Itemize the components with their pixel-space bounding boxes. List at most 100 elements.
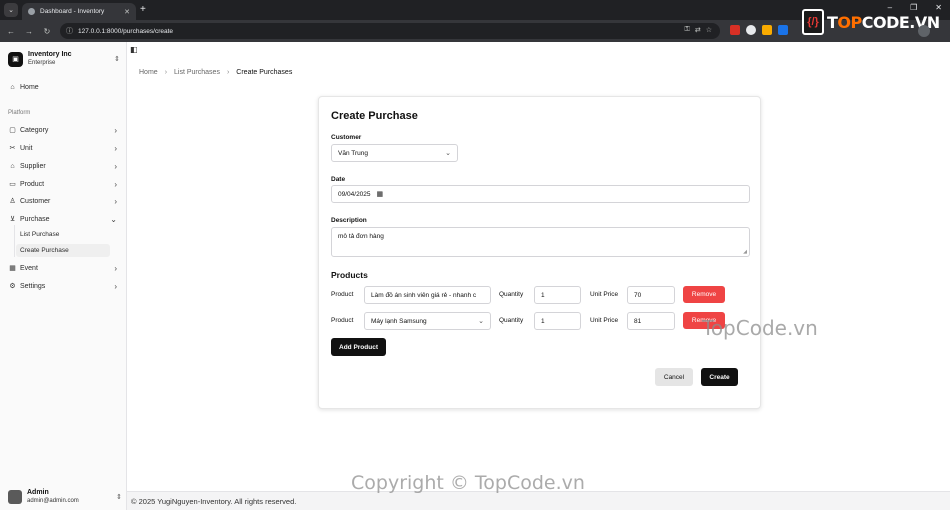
sidebar-item-unit[interactable]: ✂ Unit › [6,141,121,155]
product-select[interactable]: Làm đồ án sinh viên giá rẻ - nhanh c [364,286,491,304]
org-logo-icon: ▣ [8,51,23,67]
description-textarea[interactable]: mô tả đơn hàng ◢ [331,227,750,257]
topcode-logo-icon: {/} [802,9,824,35]
calendar-icon[interactable]: ▦ [377,190,384,198]
close-tab-icon[interactable]: ✕ [124,8,130,16]
unit-price-input[interactable]: 70 [627,286,675,304]
chevron-right-icon: › [114,263,117,273]
unit-price-value: 81 [634,317,642,325]
url-text: 127.0.0.1:8000/purchases/create [78,27,174,35]
unit-price-value: 70 [634,291,642,299]
sidebar: ▣ Inventory Inc Enterprise ⇕ ⌂ Home Plat… [0,42,127,510]
sidebar-item-event[interactable]: ▦ Event › [6,261,121,275]
create-button[interactable]: Create [701,368,738,386]
sidebar-item-label: Event [20,264,38,272]
extension-icon[interactable] [746,25,756,35]
sidebar-item-settings[interactable]: ⚙ Settings › [6,279,121,293]
sidebar-item-label: Unit [20,144,33,152]
customer-label: Customer [331,134,362,141]
description-value: mô tả đơn hàng [338,233,384,240]
sidebar-toggle-icon[interactable]: ◧ [130,45,138,54]
watermark: TopCode.vn [702,316,818,340]
chevron-right-icon: › [114,143,117,153]
sidebar-item-category[interactable]: ▢ Category › [6,123,121,137]
sidebar-item-label: Supplier [20,162,46,170]
quantity-value: 1 [541,317,545,325]
breadcrumb-home[interactable]: Home [139,69,158,76]
sidebar-subitem-create-purchase[interactable]: Create Purchase [16,244,110,257]
settings-sliders-icon: ⚙ [9,283,16,290]
extension-icon[interactable] [762,25,772,35]
page-title: Create Purchase [331,110,418,122]
chevron-down-icon: ⌄ [478,318,484,325]
chevron-right-icon: › [114,125,117,135]
sidebar-item-label: Settings [20,282,46,290]
new-tab-icon[interactable]: + [140,4,146,15]
site-info-icon[interactable]: ⓘ [66,26,73,36]
home-icon: ⌂ [10,83,15,91]
cart-icon: ⊻ [9,216,16,223]
breadcrumb: Home › List Purchases › Create Purchases [139,69,292,76]
org-switcher[interactable]: ▣ Inventory Inc Enterprise ⇕ [8,50,120,68]
product-label: Product [331,291,354,298]
org-name: Inventory Inc [28,51,72,58]
unit-price-label: Unit Price [590,291,619,298]
ruler-icon: ✂ [9,145,16,152]
extension-icon[interactable] [778,25,788,35]
sidebar-item-purchase[interactable]: ⊻ Purchase ⌄ [6,212,121,226]
browser-tab[interactable]: Dashboard - Inventory ✕ [22,3,136,20]
resize-handle-icon[interactable]: ◢ [743,249,747,255]
date-input[interactable]: 09/04/2025 ▦ [331,185,750,203]
sidebar-item-label: Home [20,83,39,91]
date-value: 09/04/2025 [338,190,371,198]
quantity-input[interactable]: 1 [534,312,581,330]
product-value: Máy lạnh Samsung [371,317,427,325]
extension-icon[interactable] [730,25,740,35]
brand-text-prefix: T [827,12,838,32]
sidebar-item-label: Product [20,180,45,188]
sidebar-item-home[interactable]: ⌂ Home [6,80,121,94]
sidebar-item-customer[interactable]: ♙ Customer › [6,194,121,208]
product-label: Product [331,317,354,324]
reload-icon[interactable]: ↻ [38,27,56,36]
user-menu[interactable]: Admin admin@admin.com ⇕ [8,488,122,506]
description-label: Description [331,217,367,224]
chevron-right-icon: › [226,69,230,76]
sidebar-subitem-list-purchase[interactable]: List Purchase [16,228,110,241]
unit-price-input[interactable]: 81 [627,312,675,330]
date-label: Date [331,176,346,183]
quantity-label: Quantity [499,317,524,324]
forward-icon[interactable]: → [20,27,38,36]
quantity-input[interactable]: 1 [534,286,581,304]
package-icon: ▭ [9,181,16,188]
chevron-right-icon: › [114,281,117,291]
sidebar-item-product[interactable]: ▭ Product › [6,177,121,191]
avatar [8,490,22,504]
bookmark-star-icon[interactable]: ☆ [706,26,712,34]
tab-title: Dashboard - Inventory [40,8,105,15]
cancel-button[interactable]: Cancel [655,368,693,386]
watermark: Copyright © TopCode.vn [351,472,585,494]
url-field[interactable]: ⓘ 127.0.0.1:8000/purchases/create ⚿ ⇄ ☆ [60,23,720,39]
extensions-bar [730,25,788,35]
customer-select[interactable]: Văn Trung ⌄ [331,144,458,162]
add-product-button[interactable]: Add Product [331,338,386,356]
back-icon[interactable]: ← [2,27,20,36]
section-label: Platform [8,110,31,116]
org-plan: Enterprise [28,60,56,66]
quantity-value: 1 [541,291,545,299]
breadcrumb-list[interactable]: List Purchases [174,69,220,76]
remove-button[interactable]: Remove [683,286,725,303]
password-key-icon[interactable]: ⚿ [685,26,690,34]
tab-search-icon[interactable]: ⌄ [4,3,18,17]
submenu-divider [14,225,15,257]
sidebar-item-label: Customer [20,197,51,205]
chevron-down-icon: ⌄ [110,214,117,224]
user-icon: ♙ [9,198,16,205]
profile-avatar-icon[interactable] [918,25,930,37]
translate-icon[interactable]: ⇄ [695,26,701,34]
footer-text: © 2025 YugiNguyen-Inventory. All rights … [131,496,297,506]
chevron-down-icon: ⌄ [445,150,451,157]
product-select[interactable]: Máy lạnh Samsung ⌄ [364,312,491,330]
sidebar-item-supplier[interactable]: ⌂ Supplier › [6,159,121,173]
